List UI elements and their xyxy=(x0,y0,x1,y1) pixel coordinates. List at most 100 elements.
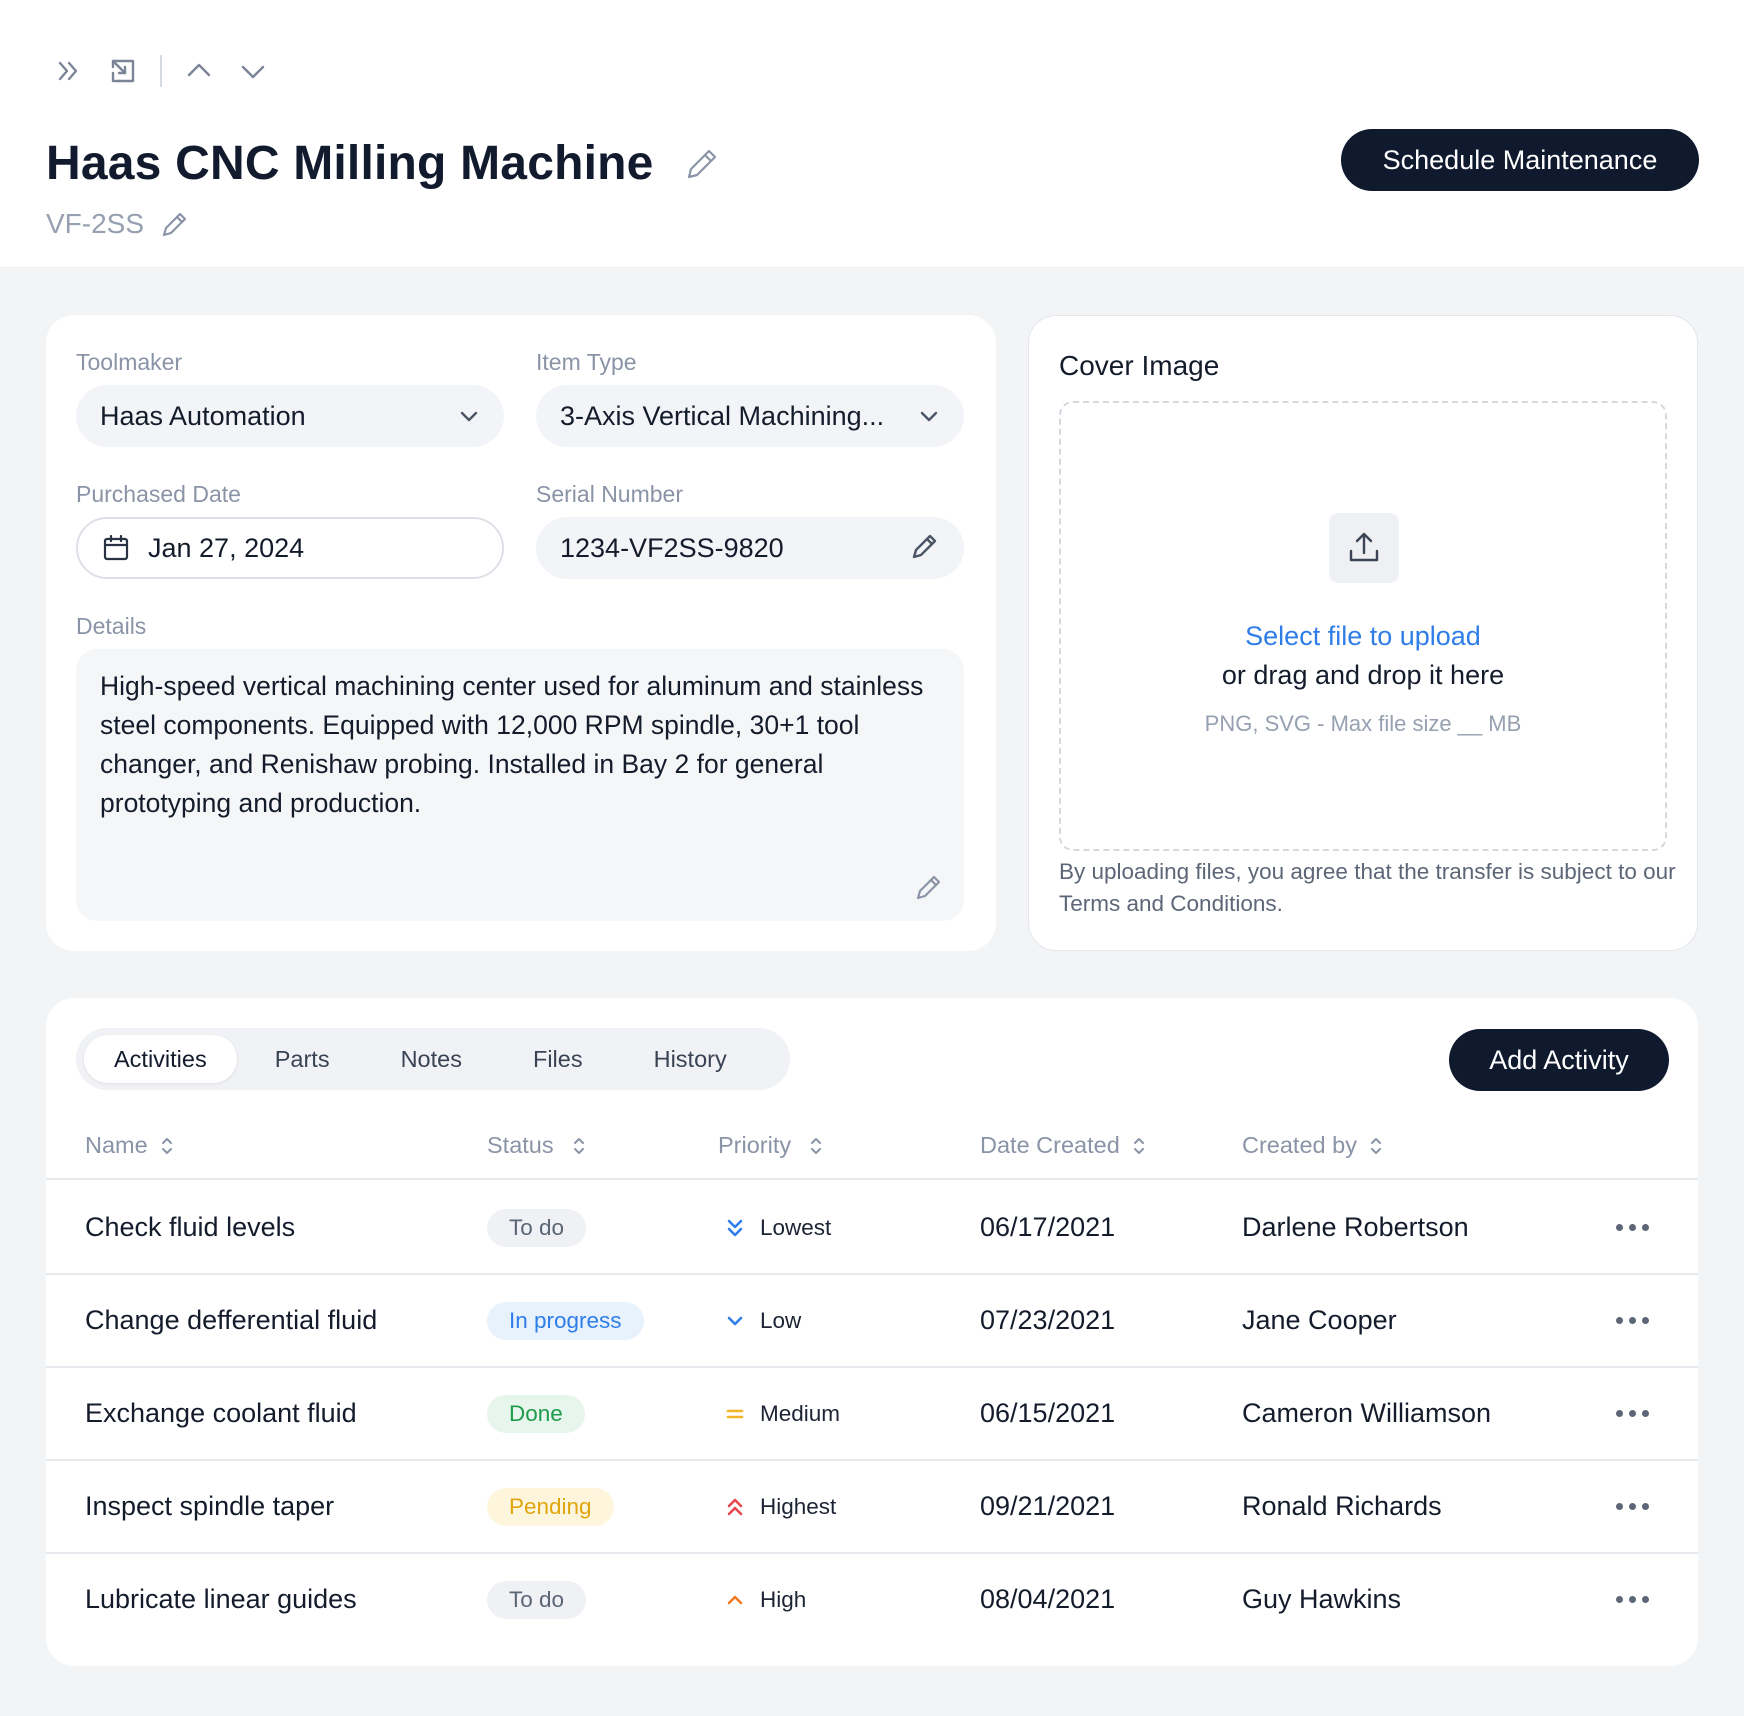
nav-toolbar xyxy=(52,54,290,88)
sort-icon xyxy=(1133,1137,1144,1154)
schedule-maintenance-button[interactable]: Schedule Maintenance xyxy=(1341,129,1699,191)
date-created: 06/15/2021 xyxy=(980,1398,1116,1428)
column-header-name[interactable]: Name xyxy=(85,1132,174,1159)
calendar-icon xyxy=(103,534,129,561)
details-textarea[interactable]: High-speed vertical machining center use… xyxy=(76,649,964,921)
priority-lowest-icon xyxy=(722,1217,748,1239)
toolmaker-value: Haas Automation xyxy=(100,400,306,431)
item-type-select[interactable]: 3-Axis Vertical Machining... xyxy=(536,385,964,447)
toolbar-divider xyxy=(160,55,162,87)
toolmaker-select[interactable]: Haas Automation xyxy=(76,385,504,447)
tab-history[interactable]: History xyxy=(654,1035,727,1083)
select-file-link[interactable]: Select file to upload xyxy=(1061,621,1665,652)
more-options-icon[interactable] xyxy=(1616,1461,1655,1552)
created-by: Jane Cooper xyxy=(1242,1305,1397,1335)
sort-icon xyxy=(161,1137,172,1154)
activity-name: Inspect spindle taper xyxy=(85,1491,335,1521)
created-by: Guy Hawkins xyxy=(1242,1584,1402,1614)
column-header-label: Priority xyxy=(718,1132,792,1158)
file-type-hint: PNG, SVG - Max file size __ MB xyxy=(1204,711,1522,736)
tab-files[interactable]: Files xyxy=(533,1035,583,1083)
more-options-icon[interactable] xyxy=(1616,1182,1655,1273)
priority-high-icon xyxy=(722,1589,748,1611)
more-options-icon[interactable] xyxy=(1616,1368,1655,1459)
serial-number-value: 1234-VF2SS-9820 xyxy=(560,532,784,563)
edit-details-pencil-icon[interactable] xyxy=(914,872,944,907)
equipment-form-card: Toolmaker Haas Automation Item Type 3-Ax… xyxy=(46,315,996,951)
tab-parts[interactable]: Parts xyxy=(275,1035,330,1083)
chevron-down-icon[interactable] xyxy=(236,54,270,88)
priority-highest-icon xyxy=(722,1496,748,1518)
page-header: Haas CNC Milling Machine VF-2SS Schedule… xyxy=(0,0,1744,268)
purchased-date-input[interactable]: Jan 27, 2024 xyxy=(76,517,504,579)
tab-notes[interactable]: Notes xyxy=(401,1035,462,1083)
date-created: 07/23/2021 xyxy=(980,1305,1116,1335)
priority-label: High xyxy=(760,1586,807,1612)
column-header-status[interactable]: Status xyxy=(487,1132,586,1159)
sort-icon xyxy=(1370,1137,1381,1154)
table-row[interactable]: Inspect spindle taper Pending Highest 09… xyxy=(46,1461,1698,1554)
column-header-created-by[interactable]: Created by xyxy=(1242,1132,1383,1159)
purchased-date-value: Jan 27, 2024 xyxy=(148,532,305,563)
item-type-label: Item Type xyxy=(536,349,637,375)
status-badge: To do xyxy=(487,1208,587,1247)
priority-cell: Medium xyxy=(722,1368,840,1459)
priority-cell: High xyxy=(722,1554,806,1645)
tab-activities[interactable]: Activities xyxy=(84,1035,237,1083)
edit-subtitle-pencil-icon[interactable] xyxy=(160,209,190,239)
double-chevron-right-icon[interactable] xyxy=(52,54,86,88)
model-subtitle: VF-2SS xyxy=(46,208,145,239)
chevron-down-icon xyxy=(920,411,938,422)
toolmaker-label: Toolmaker xyxy=(76,349,183,375)
column-header-label: Date Created xyxy=(980,1132,1120,1158)
more-options-icon[interactable] xyxy=(1616,1275,1655,1366)
upload-icon xyxy=(1329,513,1399,583)
activities-card: Activities Parts Notes Files History Add… xyxy=(46,998,1698,1666)
column-header-label: Created by xyxy=(1242,1132,1357,1158)
activity-name: Change defferential fluid xyxy=(85,1305,378,1335)
priority-low-icon xyxy=(722,1310,748,1332)
table-row[interactable]: Exchange coolant fluid Done Medium 06/15… xyxy=(46,1368,1698,1461)
status-badge: To do xyxy=(487,1580,587,1619)
column-header-date-created[interactable]: Date Created xyxy=(980,1132,1146,1159)
activity-name: Lubricate linear guides xyxy=(85,1584,357,1614)
activity-name: Check fluid levels xyxy=(85,1212,296,1242)
collapse-icon[interactable] xyxy=(106,54,140,88)
date-created: 06/17/2021 xyxy=(980,1212,1116,1242)
priority-medium-icon xyxy=(722,1403,748,1425)
priority-cell: Low xyxy=(722,1275,801,1366)
activity-name: Exchange coolant fluid xyxy=(85,1398,357,1428)
item-type-value: 3-Axis Vertical Machining... xyxy=(560,400,885,431)
file-dropzone[interactable]: Select file to upload or drag and drop i… xyxy=(1059,401,1667,851)
table-row[interactable]: Check fluid levels To do Lowest 06/17/20… xyxy=(46,1182,1698,1275)
priority-label: Medium xyxy=(760,1400,841,1426)
sort-icon xyxy=(573,1137,584,1154)
priority-cell: Lowest xyxy=(722,1182,831,1273)
add-activity-button[interactable]: Add Activity xyxy=(1449,1029,1669,1091)
column-header-label: Name xyxy=(85,1132,148,1158)
edit-title-pencil-icon[interactable] xyxy=(682,144,722,184)
status-badge: In progress xyxy=(487,1301,644,1340)
drag-drop-text: or drag and drop it here xyxy=(1221,660,1505,690)
chevron-down-icon xyxy=(460,411,478,422)
more-options-icon[interactable] xyxy=(1616,1554,1655,1645)
details-text: High-speed vertical machining center use… xyxy=(100,671,924,818)
serial-number-field[interactable]: 1234-VF2SS-9820 xyxy=(536,517,964,579)
upload-terms-text: By uploading files, you agree that the t… xyxy=(1059,859,1676,916)
table-row[interactable]: Lubricate linear guides To do High 08/04… xyxy=(46,1554,1698,1647)
column-header-priority[interactable]: Priority xyxy=(718,1132,823,1159)
tab-bar: Activities Parts Notes Files History xyxy=(76,1028,790,1090)
priority-label: Lowest xyxy=(760,1214,832,1240)
priority-label: Highest xyxy=(760,1493,837,1519)
purchased-date-label: Purchased Date xyxy=(76,481,241,507)
priority-label: Low xyxy=(760,1307,802,1333)
table-header: Name Status Priority Date Created Create… xyxy=(46,1116,1698,1180)
table-row[interactable]: Change defferential fluid In progress Lo… xyxy=(46,1275,1698,1368)
created-by: Darlene Robertson xyxy=(1242,1212,1469,1242)
created-by: Cameron Williamson xyxy=(1242,1398,1492,1428)
edit-serial-pencil-icon[interactable] xyxy=(910,531,940,566)
page-title: Haas CNC Milling Machine xyxy=(46,137,654,190)
chevron-up-icon[interactable] xyxy=(182,54,216,88)
serial-number-label: Serial Number xyxy=(536,481,683,507)
date-created: 09/21/2021 xyxy=(980,1491,1116,1521)
